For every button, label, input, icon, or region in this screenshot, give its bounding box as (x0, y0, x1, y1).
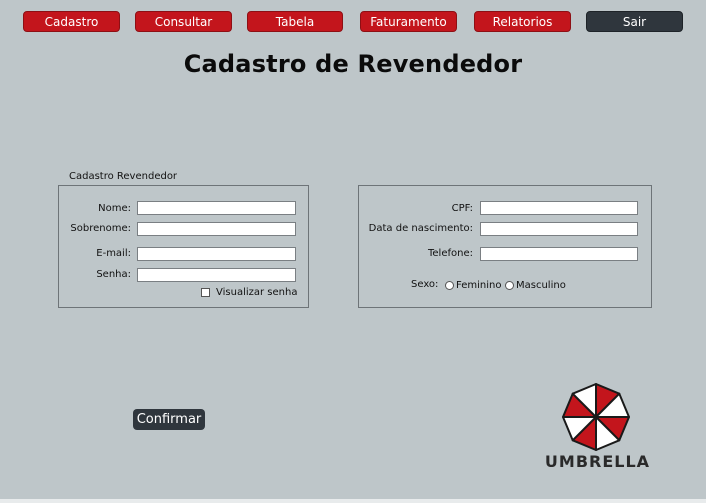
brand-name: UMBRELLA (544, 452, 651, 471)
sobrenome-input[interactable] (137, 222, 296, 236)
bottom-strip (0, 499, 706, 503)
nav-button-consultar[interactable]: Consultar (135, 11, 232, 32)
show-password-row[interactable]: Visualizar senha (201, 287, 297, 298)
telefone-input[interactable] (480, 247, 638, 261)
sexo-label: Sexo: (411, 279, 439, 290)
top-nav: Cadastro Consultar Tabela Faturamento Re… (0, 11, 706, 33)
sexo-option-feminino[interactable]: Feminino (445, 280, 501, 291)
nascimento-input[interactable] (480, 222, 638, 236)
nome-label: Nome: (98, 203, 131, 214)
nav-button-relatorios[interactable]: Relatorios (474, 11, 571, 32)
senha-input[interactable] (137, 268, 296, 282)
masculino-radio[interactable] (505, 281, 514, 290)
masculino-label: Masculino (516, 280, 566, 291)
feminino-radio[interactable] (445, 281, 454, 290)
form-panel-right: CPF: Data de nascimento: Telefone: Sexo:… (358, 185, 652, 308)
cpf-label: CPF: (451, 203, 473, 214)
feminino-label: Feminino (456, 280, 502, 291)
show-password-label: Visualizar senha (216, 287, 298, 298)
sexo-option-masculino[interactable]: Masculino (505, 280, 566, 291)
nome-input[interactable] (137, 201, 296, 215)
nav-button-cadastro[interactable]: Cadastro (23, 11, 120, 32)
form-panel-left: Nome: Sobrenome: E-mail: Senha: Visualiz… (58, 185, 309, 308)
show-password-checkbox[interactable] (201, 288, 210, 297)
nascimento-label: Data de nascimento: (368, 223, 473, 234)
cpf-input[interactable] (480, 201, 638, 215)
nav-button-faturamento[interactable]: Faturamento (360, 11, 457, 32)
confirm-button[interactable]: Confirmar (133, 409, 205, 430)
nav-button-sair[interactable]: Sair (586, 11, 683, 32)
umbrella-logo-icon (562, 383, 630, 451)
sobrenome-label: Sobrenome: (70, 223, 131, 234)
email-label: E-mail: (96, 248, 131, 259)
nav-button-tabela[interactable]: Tabela (247, 11, 343, 32)
page-title: Cadastro de Revendedor (183, 50, 523, 78)
senha-label: Senha: (96, 269, 131, 280)
telefone-label: Telefone: (428, 248, 473, 259)
group-label-cadastro-revendedor: Cadastro Revendedor (69, 171, 178, 182)
email-input[interactable] (137, 247, 296, 261)
